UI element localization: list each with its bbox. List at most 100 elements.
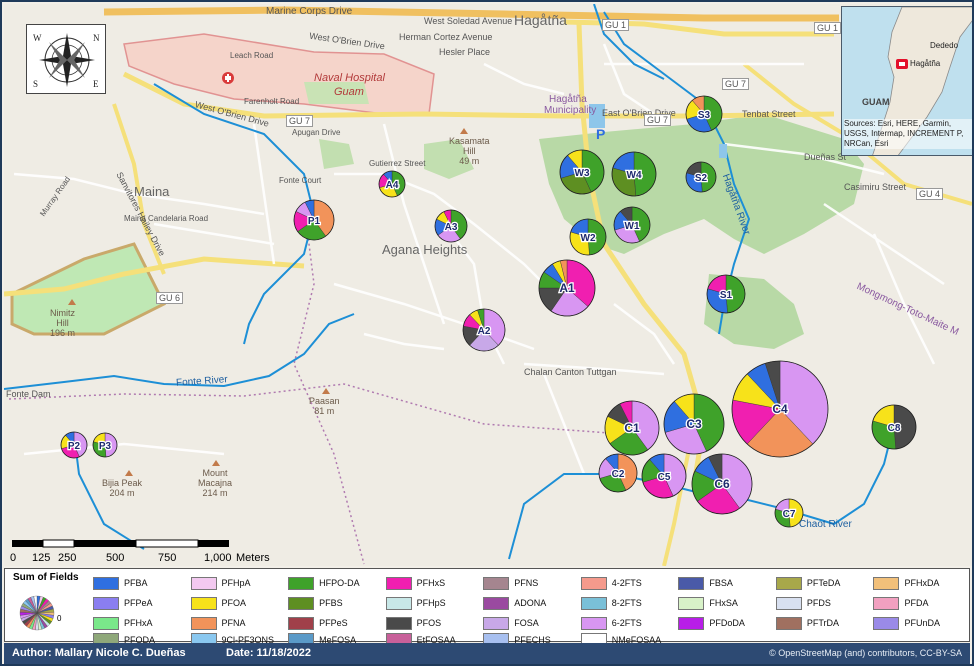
site-pie-a2[interactable]: A2 (462, 308, 506, 352)
scale-tick-125: 125 (32, 552, 51, 564)
site-label: C8 (888, 423, 901, 434)
label-hagatna-muni: Hagåtña (549, 94, 587, 105)
hospital-cross-v (227, 74, 229, 82)
label-mount-macajna: Mount Macajna 214 m (198, 468, 233, 498)
shield-gu7c: GU 7 (722, 78, 750, 90)
label-naval-hospital-2: Guam (334, 86, 364, 98)
site-pie-c4[interactable]: C4 (731, 360, 829, 458)
legend-label: PFPeA (124, 598, 153, 608)
footer-date: Date: 11/18/2022 (226, 647, 312, 659)
site-pie-a3[interactable]: A3 (434, 209, 468, 243)
inset-label-dededo: Dededo (930, 41, 959, 50)
site-pie-p3[interactable]: P3 (92, 432, 118, 458)
site-pie-c3[interactable]: C3 (663, 393, 725, 455)
legend-label: ADONA (514, 598, 547, 608)
inset-credit: Sources: Esri, HERE, Garmin, USGS, Inter… (844, 119, 972, 149)
legend-label: PFTeDA (806, 578, 841, 588)
legend-swatch (580, 616, 607, 630)
footer-bar: Author: Mallary Nicole C. Dueñas Date: 1… (4, 643, 970, 664)
legend-item: PFOS (385, 613, 480, 633)
site-pie-p1[interactable]: P1 (293, 199, 335, 241)
site-pie-w1[interactable]: W1 (613, 206, 651, 244)
label-paasan: Paasan 81 m (309, 396, 340, 416)
site-pie-a1[interactable]: A1 (538, 259, 596, 317)
legend-item: PFHxA (93, 613, 187, 633)
label-hagatna-muni-2: Municipality (544, 105, 597, 116)
site-pie-s3[interactable]: S3 (685, 95, 723, 133)
site-pie-w4[interactable]: W4 (611, 151, 657, 197)
forest-patch (319, 139, 354, 169)
site-pie-c1[interactable]: C1 (604, 400, 660, 456)
legend-swatch (483, 576, 510, 590)
label-bijia-peak: Bijia Peak 204 m (102, 478, 143, 498)
legend-swatch (678, 616, 705, 630)
scale-tick-500: 500 (106, 552, 125, 564)
scale-tick-250: 250 (58, 552, 77, 564)
shield-gu7b: GU 7 (644, 114, 672, 126)
footer-credit: © OpenStreetMap (and) contributors, CC-B… (769, 648, 962, 658)
legend-swatch (288, 616, 315, 630)
footer-author: Author: Mallary Nicole C. Dueñas (12, 647, 186, 659)
legend-sample-pie-icon (19, 595, 55, 631)
legend-swatch (678, 576, 705, 590)
legend-item: HFPO-DA (288, 573, 382, 593)
legend-swatch (93, 596, 119, 610)
legend-label: PFDS (806, 598, 831, 608)
site-label: S2 (695, 173, 708, 184)
site-label: C1 (624, 421, 640, 435)
paasan-marker (322, 388, 330, 394)
legend-label: FBSA (709, 578, 733, 588)
legend-item: PFDoDA (678, 613, 772, 633)
label-fonte-dam: Fonte Dam (6, 389, 51, 399)
legend-sample-zero: 0 (57, 614, 62, 623)
site-pie-c8[interactable]: C8 (871, 404, 917, 450)
legend-swatch (580, 596, 607, 610)
map-canvas[interactable]: A1 A2 A3 A4 P1 P2 P3 W1 W2 W3 W4 S1 S2 S3 C1 C2 C3 C4 C5 C6… (4, 4, 972, 566)
parking-icon: P (596, 126, 606, 142)
site-pie-s1[interactable]: S1 (706, 274, 746, 314)
macajna-marker (212, 460, 220, 466)
compass-s: S (33, 79, 38, 89)
legend-swatch (288, 596, 315, 610)
site-pie-w3[interactable]: W3 (559, 149, 605, 195)
site-label: C4 (772, 402, 788, 416)
legend-swatch (93, 576, 119, 590)
label-chaot-river: Chaot River (799, 519, 852, 530)
site-label: S3 (698, 110, 711, 121)
scale-unit: Meters (236, 552, 270, 564)
label-maina: Maina (134, 184, 170, 199)
site-pie-a4[interactable]: A4 (378, 170, 406, 198)
legend-item: FOSA (483, 613, 577, 633)
label-tenbat: Tenbat Street (742, 109, 796, 119)
legend-item: PFTrDA (775, 613, 870, 633)
legend-panel: Sum of Fields 0 PFBA PFHpA HFPO-DA PFHxS PFN… (4, 568, 970, 646)
site-pie-p2[interactable]: P2 (60, 431, 88, 459)
legend-item: FBSA (678, 573, 772, 593)
site-pie-c6[interactable]: C6 (691, 453, 753, 515)
site-pie-w2[interactable]: W2 (569, 218, 607, 256)
site-label: P1 (308, 216, 321, 227)
legend-swatch (190, 576, 217, 590)
site-label: W4 (627, 170, 642, 181)
site-label: C6 (714, 477, 730, 491)
label-hesler: Hesler Place (439, 47, 491, 57)
site-label: S1 (720, 290, 733, 301)
shield-gu6: GU 6 (156, 292, 184, 304)
legend-label: PFDA (904, 598, 929, 608)
legend-label: PFUnDA (904, 618, 940, 628)
label-hagatna: Hagåtña (514, 12, 567, 28)
legend-item: PFUnDA (873, 613, 967, 633)
legend-label: PFHxDA (904, 578, 940, 588)
scale-bar-graphic (12, 539, 229, 548)
legend-item: PFBA (93, 573, 187, 593)
legend-label: PFHxA (124, 618, 153, 628)
site-pie-c5[interactable]: C5 (641, 453, 687, 499)
label-agana-heights: Agana Heights (382, 242, 468, 257)
site-pie-c2[interactable]: C2 (598, 453, 638, 493)
site-pie-s2[interactable]: S2 (685, 161, 717, 193)
legend-swatch (385, 596, 412, 610)
legend-item: ADONA (483, 593, 577, 613)
legend-swatch (483, 596, 510, 610)
legend-label: PFHpA (221, 578, 251, 588)
site-label: W1 (625, 221, 640, 232)
